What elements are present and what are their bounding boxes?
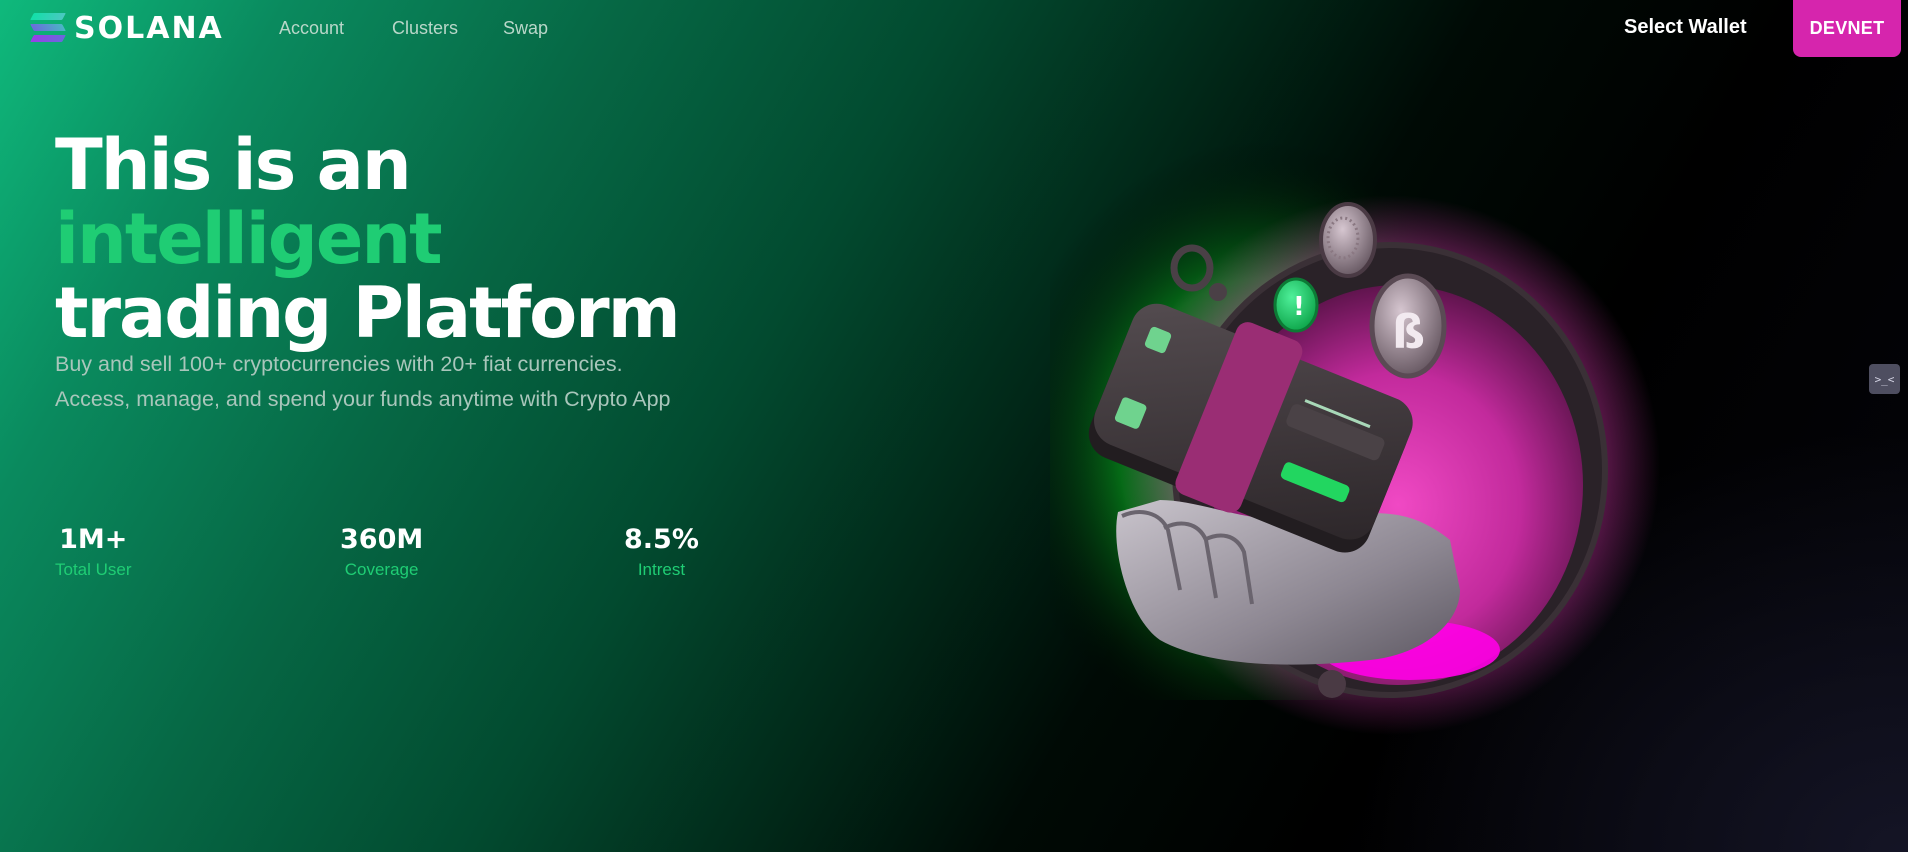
nav-link-account[interactable]: Account xyxy=(279,18,344,39)
stat-value: 8.5% xyxy=(624,524,699,555)
nav-link-clusters[interactable]: Clusters xyxy=(392,18,458,39)
logo-text: SOLANA xyxy=(74,10,224,46)
solana-logo[interactable]: SOLANA xyxy=(30,10,224,46)
stat-label: Intrest xyxy=(637,560,686,579)
stat-total-users: 1M+ Total User xyxy=(55,522,132,580)
stat-value: 1M+ xyxy=(59,524,128,555)
stat-label: Total User xyxy=(55,560,132,579)
stat-value: 360M xyxy=(340,524,424,555)
portal-knob xyxy=(1318,670,1346,698)
svg-text:!: ! xyxy=(1293,292,1305,322)
hero-title-line2: trading Platform xyxy=(55,272,681,354)
illustration-svg: ! ß xyxy=(1050,140,1660,735)
coin-icon: ß xyxy=(1369,273,1447,379)
hero-description: Buy and sell 100+ cryptocurrencies with … xyxy=(55,352,671,411)
hero-title: This is an intelligent trading Platform xyxy=(55,128,775,350)
hero-title-accent: intelligent xyxy=(55,198,443,280)
svg-text:ß: ß xyxy=(1392,305,1425,359)
stat-label: Coverage xyxy=(344,560,419,579)
hero-title-start: This is an xyxy=(55,124,412,206)
coin-icon: ! xyxy=(1273,277,1319,333)
dev-tools-icon[interactable]: >_< xyxy=(1869,364,1900,394)
stat-coverage: 360M Coverage xyxy=(340,522,423,580)
solana-logo-icon xyxy=(30,13,66,43)
network-devnet-button[interactable]: DEVNET xyxy=(1793,0,1901,57)
nav-link-swap[interactable]: Swap xyxy=(503,18,548,39)
select-wallet-button[interactable]: Select Wallet xyxy=(1624,16,1747,39)
top-navbar: SOLANA Account Clusters Swap Select Wall… xyxy=(0,0,1908,58)
coin-icon xyxy=(1319,202,1377,278)
wallet-hand-illustration: ! ß xyxy=(1040,120,1660,760)
stat-interest: 8.5% Intrest xyxy=(624,522,699,580)
